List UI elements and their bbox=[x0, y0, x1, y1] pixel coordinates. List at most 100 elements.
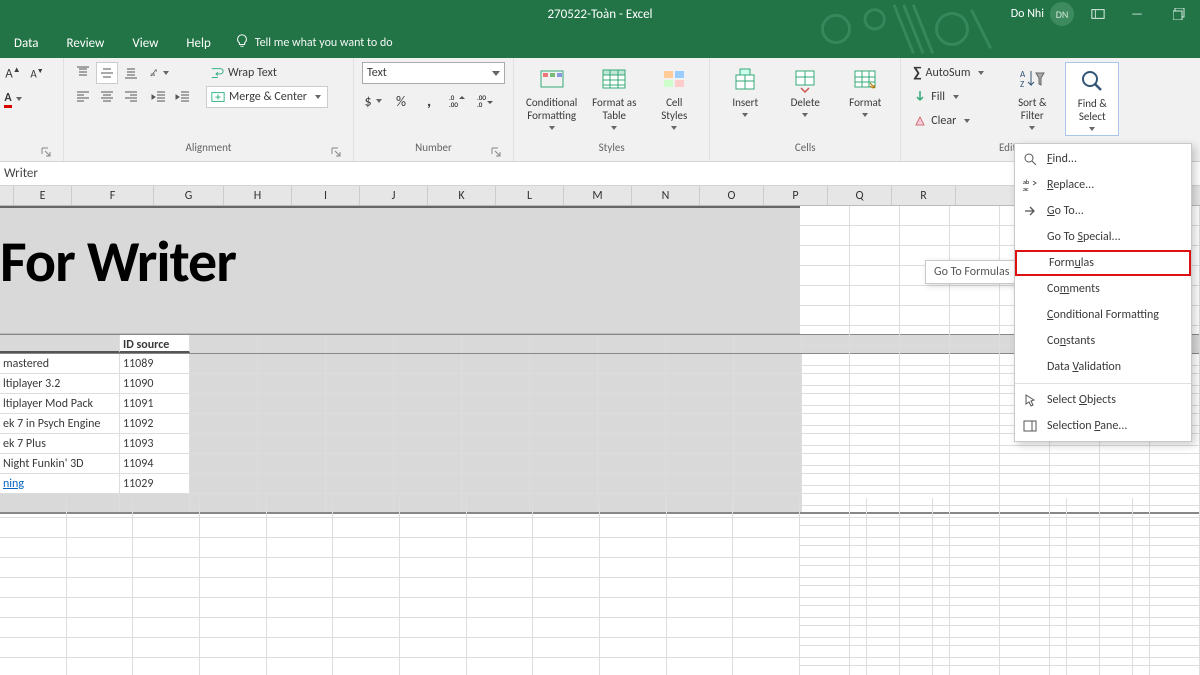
table-cell-empty[interactable] bbox=[666, 394, 734, 413]
empty-cell[interactable] bbox=[400, 638, 467, 657]
empty-cell[interactable] bbox=[333, 658, 400, 675]
empty-cell[interactable] bbox=[950, 226, 1000, 245]
empty-cell[interactable] bbox=[1133, 498, 1200, 517]
empty-cell[interactable] bbox=[900, 286, 950, 305]
empty-cell[interactable] bbox=[267, 598, 334, 617]
empty-cell[interactable] bbox=[267, 538, 334, 557]
empty-cell[interactable] bbox=[900, 406, 950, 425]
empty-cell[interactable] bbox=[800, 226, 850, 245]
empty-cell[interactable] bbox=[867, 538, 934, 557]
table-cell-name[interactable]: ning bbox=[0, 474, 120, 493]
empty-cell[interactable] bbox=[467, 618, 534, 637]
empty-cell[interactable] bbox=[200, 578, 267, 597]
table-cell-empty[interactable] bbox=[190, 414, 258, 433]
empty-cell[interactable] bbox=[867, 518, 934, 537]
font-color-button[interactable]: A bbox=[2, 88, 24, 110]
empty-cell[interactable] bbox=[850, 306, 900, 325]
empty-cell[interactable] bbox=[800, 346, 850, 365]
menu-item-select-objects[interactable]: Select Objects bbox=[1015, 387, 1191, 413]
autosum-button[interactable]: ∑AutoSum bbox=[909, 62, 999, 84]
empty-cell[interactable] bbox=[1067, 558, 1134, 577]
empty-cell[interactable] bbox=[600, 598, 667, 617]
empty-cell[interactable] bbox=[933, 498, 1000, 517]
table-cell-empty[interactable] bbox=[666, 374, 734, 393]
table-cell-name[interactable]: mastered bbox=[0, 354, 120, 373]
empty-cell[interactable] bbox=[200, 598, 267, 617]
tab-view[interactable]: View bbox=[118, 28, 172, 58]
empty-cell[interactable] bbox=[1000, 538, 1067, 557]
empty-cell[interactable] bbox=[900, 426, 950, 445]
empty-cell[interactable] bbox=[133, 498, 200, 517]
empty-cell[interactable] bbox=[333, 498, 400, 517]
empty-cell[interactable] bbox=[267, 638, 334, 657]
empty-cell[interactable] bbox=[1133, 538, 1200, 557]
empty-cell[interactable] bbox=[867, 618, 934, 637]
empty-cell[interactable] bbox=[667, 538, 734, 557]
table-cell-empty[interactable] bbox=[462, 474, 530, 493]
column-header-f[interactable]: F bbox=[72, 186, 154, 205]
empty-cell[interactable] bbox=[333, 618, 400, 637]
empty-cell[interactable] bbox=[333, 598, 400, 617]
table-cell-empty[interactable] bbox=[666, 454, 734, 473]
table-cell-empty[interactable] bbox=[326, 394, 394, 413]
empty-cell[interactable] bbox=[800, 518, 867, 537]
empty-cell[interactable] bbox=[900, 226, 950, 245]
empty-cell[interactable] bbox=[67, 558, 134, 577]
table-cell-empty[interactable] bbox=[394, 414, 462, 433]
empty-cell[interactable] bbox=[133, 618, 200, 637]
empty-cell[interactable] bbox=[667, 598, 734, 617]
empty-cell[interactable] bbox=[67, 578, 134, 597]
empty-cell[interactable] bbox=[1133, 578, 1200, 597]
empty-cell[interactable] bbox=[900, 386, 950, 405]
table-cell-empty[interactable] bbox=[190, 354, 258, 373]
table-cell-empty[interactable] bbox=[462, 374, 530, 393]
table-cell-empty[interactable] bbox=[530, 394, 598, 413]
empty-cell[interactable] bbox=[900, 326, 950, 345]
table-cell-empty[interactable] bbox=[734, 474, 802, 493]
empty-cell[interactable] bbox=[533, 578, 600, 597]
empty-cell[interactable] bbox=[200, 538, 267, 557]
table-cell-empty[interactable] bbox=[598, 374, 666, 393]
column-header-n[interactable]: N bbox=[632, 186, 700, 205]
table-cell-empty[interactable] bbox=[666, 434, 734, 453]
empty-cell[interactable] bbox=[0, 618, 67, 637]
empty-cell[interactable] bbox=[467, 558, 534, 577]
empty-cell[interactable] bbox=[800, 558, 867, 577]
empty-cell[interactable] bbox=[600, 578, 667, 597]
empty-cell[interactable] bbox=[667, 498, 734, 517]
empty-cell[interactable] bbox=[0, 638, 67, 657]
empty-cell[interactable] bbox=[900, 306, 950, 325]
empty-cell[interactable] bbox=[900, 206, 950, 225]
empty-cell[interactable] bbox=[800, 498, 867, 517]
table-cell-id[interactable]: 11094 bbox=[120, 454, 190, 473]
table-cell-empty[interactable] bbox=[462, 354, 530, 373]
empty-cell[interactable] bbox=[333, 558, 400, 577]
empty-cell[interactable] bbox=[400, 578, 467, 597]
empty-cell[interactable] bbox=[1000, 446, 1050, 465]
empty-cell[interactable] bbox=[733, 578, 800, 597]
empty-cell[interactable] bbox=[400, 498, 467, 517]
align-left-button[interactable] bbox=[72, 86, 94, 108]
empty-cell[interactable] bbox=[933, 578, 1000, 597]
empty-cell[interactable] bbox=[1150, 446, 1200, 465]
empty-cell[interactable] bbox=[850, 206, 900, 225]
empty-cell[interactable] bbox=[1067, 598, 1134, 617]
table-cell-id[interactable]: 11092 bbox=[120, 414, 190, 433]
empty-cell[interactable] bbox=[533, 658, 600, 675]
empty-cell[interactable] bbox=[867, 598, 934, 617]
empty-cell[interactable] bbox=[0, 498, 67, 517]
menu-item-conditional-formatting[interactable]: Conditional Formatting bbox=[1015, 302, 1191, 328]
empty-cell[interactable] bbox=[800, 206, 850, 225]
empty-cell[interactable] bbox=[933, 658, 1000, 675]
empty-cell[interactable] bbox=[667, 578, 734, 597]
empty-cell[interactable] bbox=[733, 618, 800, 637]
table-cell-empty[interactable] bbox=[598, 454, 666, 473]
empty-cell[interactable] bbox=[850, 326, 900, 345]
empty-cell[interactable] bbox=[600, 518, 667, 537]
empty-cell[interactable] bbox=[67, 538, 134, 557]
empty-cell[interactable] bbox=[533, 598, 600, 617]
table-cell-id[interactable]: 11089 bbox=[120, 354, 190, 373]
empty-cell[interactable] bbox=[400, 538, 467, 557]
table-cell-empty[interactable] bbox=[530, 474, 598, 493]
empty-cell[interactable] bbox=[0, 598, 67, 617]
